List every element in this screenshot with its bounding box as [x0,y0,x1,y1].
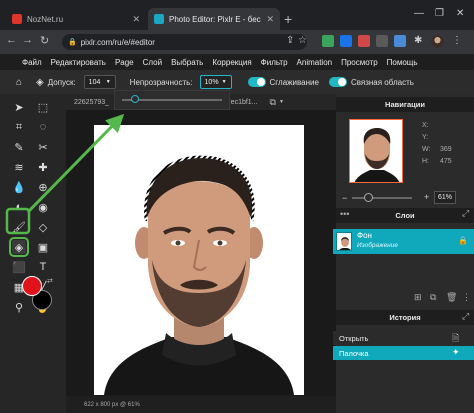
annotation-arrow [26,113,125,214]
annotation-overlay [5,113,125,235]
annotation-highlight [5,207,31,235]
